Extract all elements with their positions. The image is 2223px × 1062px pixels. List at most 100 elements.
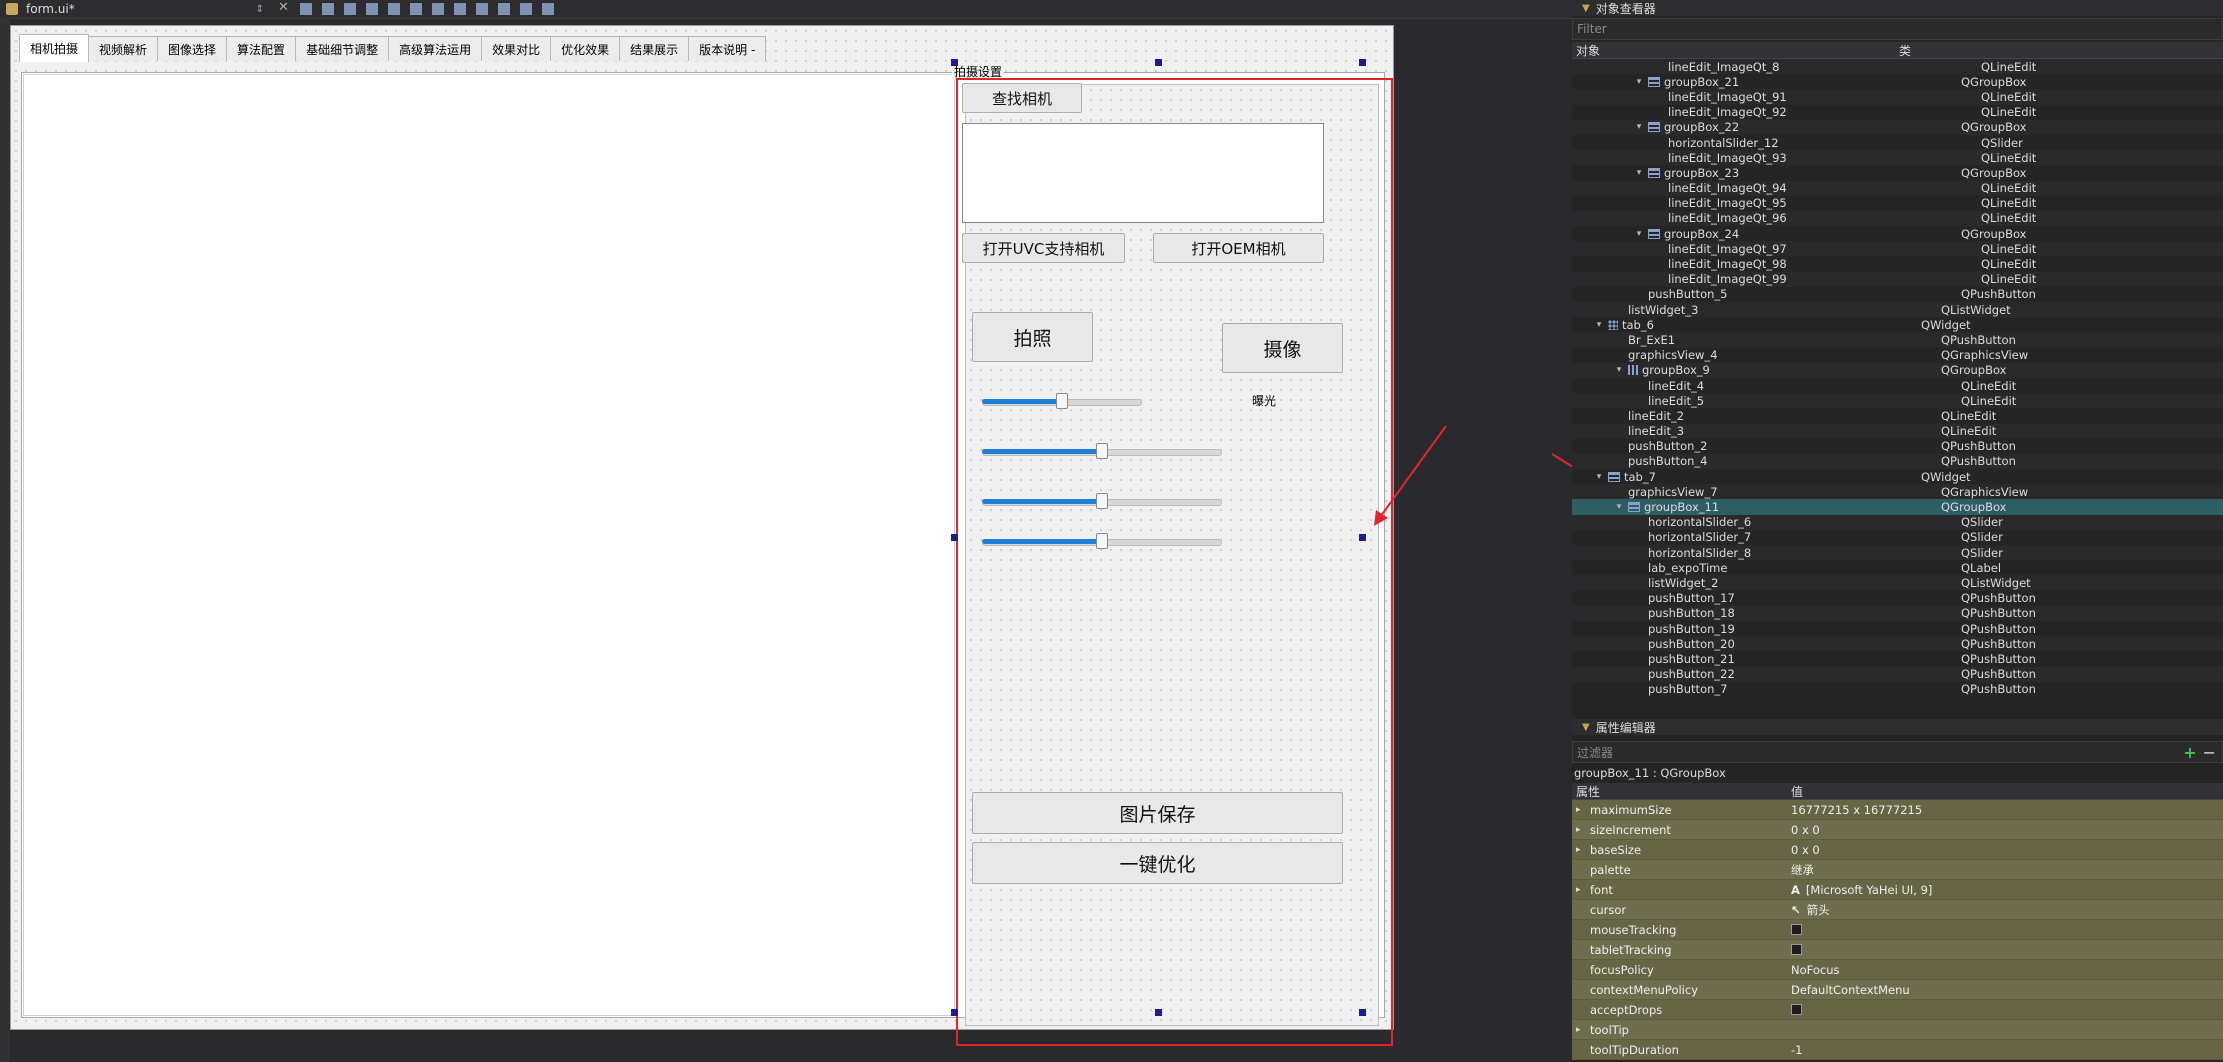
tab-2[interactable]: 视频解析 [88,36,159,61]
object-tree-row[interactable]: pushButton_19 QPushButton [1572,621,2223,636]
expand-arrow-icon[interactable]: ▸ [1576,885,1590,895]
property-value[interactable]: 0 x 0 [1791,843,1820,857]
expand-arrow-icon[interactable]: ▸ [1576,845,1590,855]
object-tree-row[interactable]: graphicsView_7 QGraphicsView [1572,484,2223,500]
object-tree-row[interactable]: ▾ tab_7 QWidget [1572,469,2223,484]
resize-handle[interactable] [1359,534,1366,541]
resize-handle[interactable] [1155,59,1162,66]
object-tree-row[interactable]: lab_expoTime QLabel [1572,560,2223,575]
object-tree-row[interactable]: pushButton_2 QPushButton [1572,439,2223,454]
layout-splitter-v-icon[interactable] [454,3,466,15]
column-property[interactable]: 属性 [1572,783,1791,800]
property-row[interactable]: ▸ sizeIncrement 0 x 0 [1572,820,2223,840]
object-tree-row[interactable]: ▾ groupBox_24 QGroupBox [1572,226,2223,241]
tab-9[interactable]: 结果展示 [619,36,690,61]
add-dynamic-property-icon[interactable]: + [2183,743,2196,762]
edit-signals-icon[interactable] [322,3,334,15]
property-row[interactable]: tabletTracking [1572,940,2223,960]
object-tree-row[interactable]: lineEdit_2 QLineEdit [1572,408,2223,423]
property-row[interactable]: toolTipDuration -1 [1572,1040,2223,1060]
graphics-view[interactable] [23,74,955,1016]
object-tree-row[interactable]: horizontalSlider_6 QSlider [1572,514,2223,530]
group-box-capture-settings[interactable] [965,84,1379,1026]
property-editor-header[interactable]: ▼ 属性编辑器 [1572,719,2223,735]
slider-handle[interactable] [1096,493,1108,509]
object-tree-row[interactable]: pushButton_7 QPushButton [1572,682,2223,697]
object-tree-row[interactable]: lineEdit_ImageQt_92 QLineEdit [1572,105,2223,120]
tab-8[interactable]: 优化效果 [550,36,621,61]
object-tree-row[interactable]: lineEdit_ImageQt_97 QLineEdit [1572,241,2223,257]
object-tree-row[interactable]: pushButton_18 QPushButton [1572,605,2223,621]
property-row[interactable]: ▸ baseSize 0 x 0 [1572,840,2223,860]
property-value[interactable]: [Microsoft YaHei UI, 9] [1806,883,1932,897]
object-tree-row[interactable]: pushButton_5 QPushButton [1572,287,2223,302]
expand-arrow-icon[interactable]: ▾ [1594,320,1604,330]
expand-arrow-icon[interactable]: ▾ [1614,502,1624,512]
expand-arrow-icon[interactable]: ▸ [1576,825,1590,835]
object-tree-row[interactable]: lineEdit_ImageQt_96 QLineEdit [1572,210,2223,227]
remove-dynamic-property-icon[interactable]: − [2203,743,2216,762]
property-row[interactable]: palette 继承 [1572,860,2223,880]
expand-arrow-icon[interactable]: ▾ [1634,77,1644,87]
take-photo-button[interactable]: 拍照 [972,312,1093,362]
object-tree-row[interactable]: pushButton_21 QPushButton [1572,651,2223,666]
property-row[interactable]: ▸ maximumSize 16777215 x 16777215 [1572,800,2223,820]
tab-10[interactable]: 版本说明 - [688,36,767,61]
property-checkbox[interactable] [1791,944,1802,955]
property-value[interactable]: 箭头 [1807,902,1830,918]
horizontal-slider-4[interactable] [982,531,1222,551]
property-value[interactable]: 0 x 0 [1791,823,1820,837]
object-tree-row[interactable]: lineEdit_ImageQt_91 QLineEdit [1572,89,2223,105]
resize-handle[interactable] [951,1009,958,1016]
layout-horizontal-icon[interactable] [388,3,400,15]
collapse-icon[interactable]: ▼ [1582,722,1590,733]
object-tree-row[interactable]: ▾ groupBox_23 QGroupBox [1572,165,2223,180]
object-tree-row[interactable]: graphicsView_4 QGraphicsView [1572,348,2223,363]
layout-splitter-h-icon[interactable] [432,3,444,15]
tab-1[interactable]: 相机拍摄 [19,34,90,62]
object-tree-row[interactable]: horizontalSlider_7 QSlider [1572,530,2223,545]
slider-handle[interactable] [1056,393,1068,409]
property-value[interactable]: 继承 [1791,862,1814,878]
object-tree-row[interactable]: lineEdit_ImageQt_8 QLineEdit [1572,59,2223,75]
object-tree-row[interactable]: horizontalSlider_12 QSlider [1572,135,2223,150]
expand-arrow-icon[interactable]: ▾ [1634,229,1644,239]
column-class[interactable]: 类 [1899,42,1911,59]
break-layout-icon[interactable] [520,3,532,15]
object-tree-row[interactable]: lineEdit_ImageQt_99 QLineEdit [1572,271,2223,287]
open-oem-camera-button[interactable]: 打开OEM相机 [1153,233,1324,263]
object-tree-row[interactable]: pushButton_4 QPushButton [1572,453,2223,470]
property-checkbox[interactable] [1791,924,1802,935]
resize-handle[interactable] [951,59,958,66]
object-tree-row[interactable]: ▾ groupBox_21 QGroupBox [1572,74,2223,89]
property-row[interactable]: mouseTracking [1572,920,2223,940]
object-tree-row[interactable]: listWidget_2 QListWidget [1572,575,2223,591]
object-tree-row[interactable]: pushButton_20 QPushButton [1572,636,2223,652]
property-value[interactable]: -1 [1791,1043,1802,1057]
object-tree-row[interactable]: pushButton_17 QPushButton [1572,591,2223,606]
expand-arrow-icon[interactable]: ▾ [1634,122,1644,132]
save-image-button[interactable]: 图片保存 [972,792,1343,834]
horizontal-slider-3[interactable] [982,491,1222,511]
adjust-size-icon[interactable] [542,3,554,15]
object-tree-row[interactable]: ▾ groupBox_9 QGroupBox [1572,362,2223,378]
close-icon[interactable]: ✕ [278,0,289,15]
expand-arrow-icon[interactable]: ▸ [1576,805,1590,815]
resize-handle[interactable] [951,534,958,541]
layout-form-icon[interactable] [498,3,510,15]
open-uvc-camera-button[interactable]: 打开UVC支持相机 [962,233,1125,263]
property-value[interactable]: 16777215 x 16777215 [1791,803,1922,817]
resize-handle[interactable] [1359,59,1366,66]
object-tree-row[interactable]: ▾ tab_6 QWidget [1572,317,2223,332]
object-tree-row[interactable]: lineEdit_5 QLineEdit [1572,393,2223,409]
exposure-slider[interactable] [982,391,1142,411]
object-tree-row[interactable]: Br_ExE1 QPushButton [1572,332,2223,348]
object-inspector-header[interactable]: ▼ 对象查看器 [1572,0,2223,16]
edit-buddies-icon[interactable] [344,3,356,15]
resize-handle[interactable] [1155,1009,1162,1016]
tab-3[interactable]: 图像选择 [157,36,228,61]
property-row[interactable]: contextMenuPolicy DefaultContextMenu [1572,980,2223,1000]
object-tree-row[interactable]: lineEdit_ImageQt_93 QLineEdit [1572,150,2223,166]
property-value[interactable]: DefaultContextMenu [1791,983,1910,997]
expand-arrow-icon[interactable]: ▾ [1634,168,1644,178]
